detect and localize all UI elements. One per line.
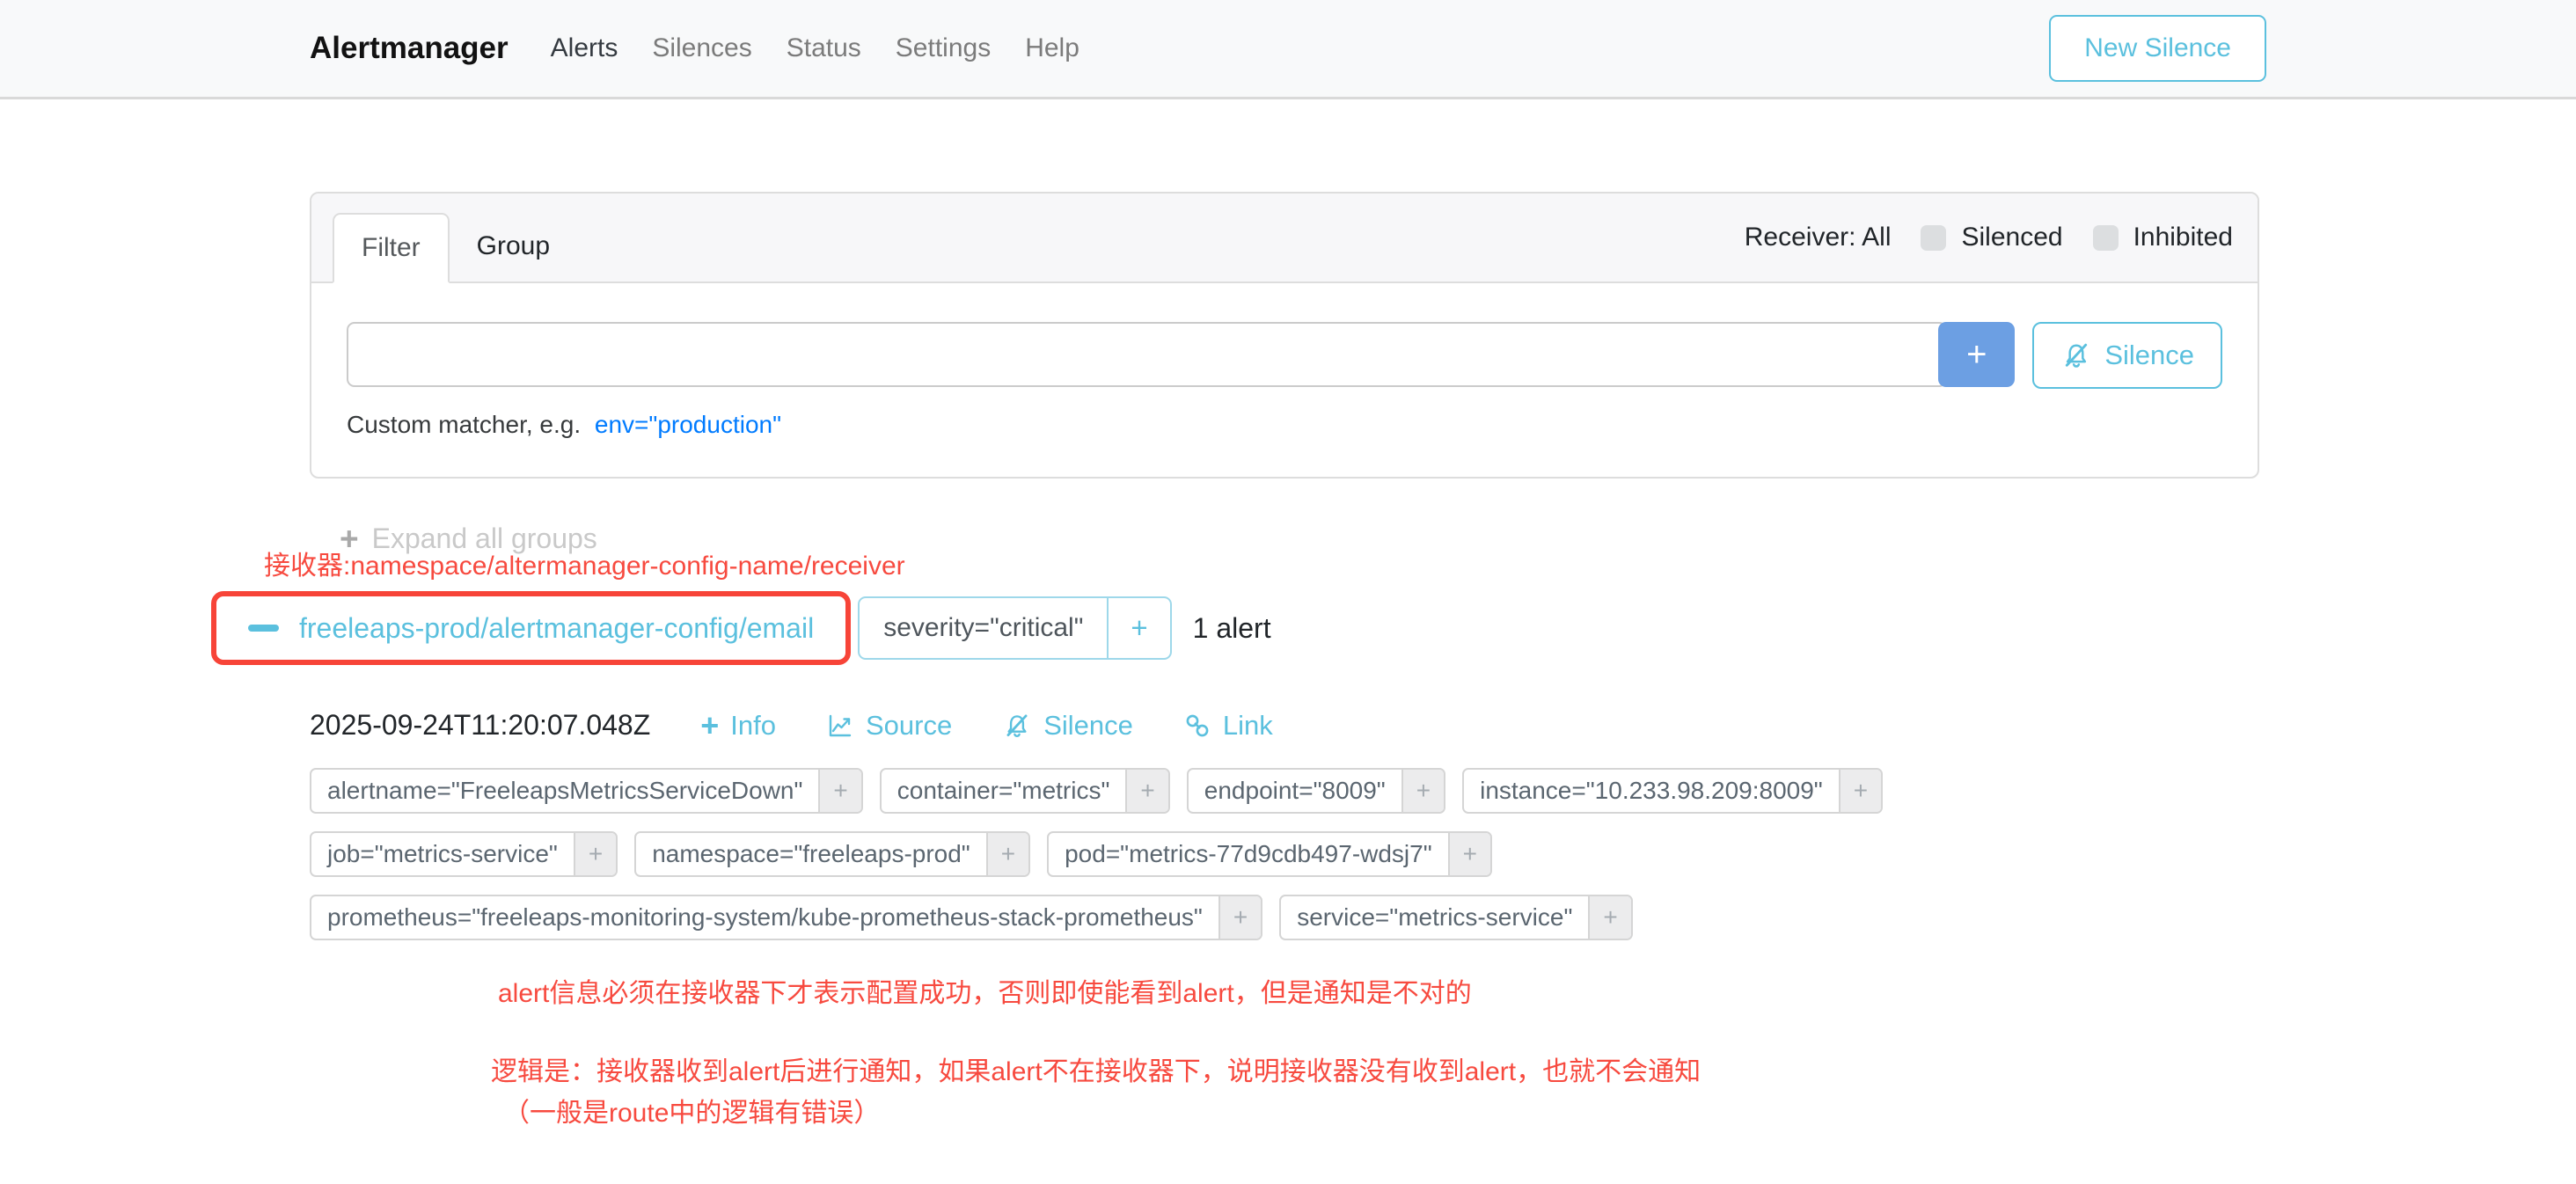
group-matcher-label: severity="critical" (860, 598, 1107, 658)
label-pill-text: endpoint="8009" (1189, 770, 1401, 812)
annotation-receiver-note: 接收器:namespace/altermanager-config-name/r… (264, 544, 905, 582)
silence-filter-button[interactable]: Silence (2032, 322, 2222, 389)
silenced-checkbox-label: Silenced (1961, 223, 2062, 252)
label-pill-text: service="metrics-service" (1281, 896, 1588, 939)
link-icon (1183, 712, 1211, 740)
label-row: job="metrics-service" + namespace="freel… (310, 831, 2272, 877)
link-label: Link (1223, 710, 1273, 742)
silenced-checkbox[interactable] (1921, 225, 1946, 251)
label-pill: namespace="freeleaps-prod" + (634, 831, 1030, 877)
label-pill: alertname="FreeleapsMetricsServiceDown" … (310, 768, 863, 814)
label-pill: endpoint="8009" + (1187, 768, 1445, 814)
matcher-hint-text: Custom matcher, e.g. (347, 411, 581, 438)
filter-card-body: + Silence Custom matcher, e.g. env="prod… (311, 283, 2258, 478)
matcher-example-link[interactable]: env="production" (595, 411, 781, 438)
navbar: Alertmanager Alerts Silences Status Sett… (0, 0, 2576, 99)
label-pill-text: alertname="FreeleapsMetricsServiceDown" (311, 770, 818, 812)
tab-group[interactable]: Group (450, 213, 577, 283)
source-label: Source (866, 710, 952, 742)
label-pill-text: job="metrics-service" (311, 833, 574, 875)
label-pill: job="metrics-service" + (310, 831, 618, 877)
label-pill: instance="10.233.98.209:8009" + (1462, 768, 1883, 814)
annotation-config-note: alert信息必须在接收器下才表示配置成功，否则即使能看到alert，但是通知是… (498, 971, 1472, 1010)
plus-icon: + (700, 710, 719, 742)
label-pill-add-button[interactable]: + (574, 833, 616, 875)
label-pill: container="metrics" + (880, 768, 1170, 814)
nav-item-silences[interactable]: Silences (652, 33, 751, 63)
new-silence-button[interactable]: New Silence (2049, 15, 2266, 82)
alert-detail: 2025-09-24T11:20:07.048Z + Info Source S… (310, 709, 2272, 940)
label-pill-add-button[interactable]: + (1839, 770, 1881, 812)
label-pill-add-button[interactable]: + (1448, 833, 1490, 875)
inhibited-checkbox-label: Inhibited (2133, 223, 2233, 252)
label-pill-add-button[interactable]: + (1401, 770, 1444, 812)
filter-card: Filter Group Receiver: All Silenced Inhi… (310, 192, 2259, 479)
label-pill-add-button[interactable]: + (818, 770, 860, 812)
label-pill-add-button[interactable]: + (1125, 770, 1167, 812)
filter-card-header: Filter Group Receiver: All Silenced Inhi… (311, 194, 2258, 283)
silence-filter-label: Silence (2104, 340, 2194, 371)
group-matcher-add-button[interactable]: + (1107, 598, 1169, 658)
label-pill: pod="metrics-77d9cdb497-wdsj7" + (1047, 831, 1492, 877)
label-pill-text: namespace="freeleaps-prod" (636, 833, 986, 875)
nav-item-status[interactable]: Status (787, 33, 861, 63)
source-link[interactable]: Source (826, 710, 952, 742)
alert-count: 1 alert (1193, 612, 1271, 645)
nav-item-settings[interactable]: Settings (896, 33, 991, 63)
label-pill-add-button[interactable]: + (1588, 896, 1630, 939)
label-pill-add-button[interactable]: + (986, 833, 1028, 875)
matcher-input-group: + (347, 322, 2015, 389)
alert-actions-row: 2025-09-24T11:20:07.048Z + Info Source S… (310, 709, 2272, 742)
label-pill-text: instance="10.233.98.209:8009" (1464, 770, 1839, 812)
app-brand[interactable]: Alertmanager (310, 31, 509, 66)
receiver-filter-label[interactable]: Receiver: All (1745, 223, 1892, 252)
nav-item-alerts[interactable]: Alerts (551, 33, 618, 63)
annotation-route-note: （一般是route中的逻辑有错误） (503, 1091, 880, 1129)
chart-icon (826, 712, 854, 740)
receiver-group-label: freeleaps-prod/alertmanager-config/email (299, 612, 814, 645)
link-button[interactable]: Link (1183, 710, 1273, 742)
minus-icon (248, 625, 279, 632)
inhibited-checkbox-group[interactable]: Inhibited (2093, 223, 2233, 252)
add-matcher-button[interactable]: + (1938, 322, 2015, 387)
inhibited-checkbox[interactable] (2093, 225, 2119, 251)
filter-tabs: Filter Group (333, 213, 577, 283)
label-pill-add-button[interactable]: + (1218, 896, 1261, 939)
label-row: alertname="FreeleapsMetricsServiceDown" … (310, 768, 2272, 814)
alert-timestamp: 2025-09-24T11:20:07.048Z (310, 709, 650, 742)
label-pill-text: container="metrics" (882, 770, 1126, 812)
tab-filter[interactable]: Filter (333, 213, 450, 283)
label-pill: prometheus="freeleaps-monitoring-system/… (310, 895, 1262, 940)
bell-slash-icon (1002, 711, 1032, 741)
annotation-logic-note: 逻辑是：接收器收到alert后进行通知，如果alert不在接收器下，说明接收器没… (491, 1049, 1701, 1088)
nav-links: Alerts Silences Status Settings Help (551, 33, 1079, 63)
info-button[interactable]: + Info (700, 710, 776, 742)
label-row: prometheus="freeleaps-monitoring-system/… (310, 895, 2272, 940)
filter-header-controls: Receiver: All Silenced Inhibited (1745, 194, 2233, 281)
label-pill: service="metrics-service" + (1279, 895, 1633, 940)
matcher-hint: Custom matcher, e.g. env="production" (347, 411, 2222, 439)
label-pill-text: pod="metrics-77d9cdb497-wdsj7" (1049, 833, 1448, 875)
receiver-group-button[interactable]: freeleaps-prod/alertmanager-config/email (211, 591, 851, 665)
silence-alert-button[interactable]: Silence (1002, 710, 1133, 742)
info-label: Info (730, 710, 776, 742)
bell-slash-icon (2060, 340, 2092, 371)
nav-item-help[interactable]: Help (1025, 33, 1079, 63)
silence-alert-label: Silence (1043, 710, 1133, 742)
silenced-checkbox-group[interactable]: Silenced (1921, 223, 2062, 252)
matcher-input[interactable] (347, 322, 1947, 387)
alert-group-header: freeleaps-prod/alertmanager-config/email… (211, 591, 1271, 665)
label-pill-text: prometheus="freeleaps-monitoring-system/… (311, 896, 1218, 939)
group-matcher-chip: severity="critical" + (858, 596, 1171, 660)
